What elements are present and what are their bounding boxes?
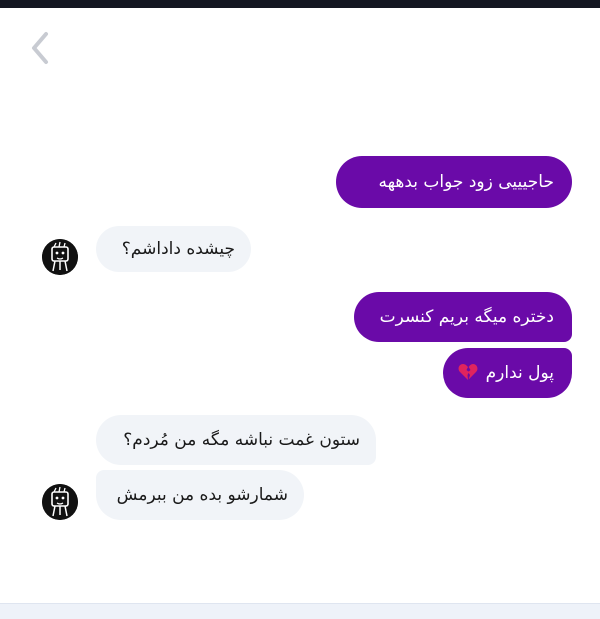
message-bubble-incoming[interactable]: چیشده داداشم؟: [96, 226, 251, 272]
message-text: ستون غمت نباشه مگه من مُردم؟: [123, 430, 360, 450]
avatar[interactable]: [42, 484, 78, 520]
message-text: دختره میگه بریم کنسرت: [379, 307, 554, 327]
message-bubble-outgoing[interactable]: دختره میگه بریم کنسرت: [354, 292, 572, 342]
message-text: پول ندارم: [485, 363, 554, 383]
message-text: حاجیییی زود جواب بدههه: [378, 172, 554, 192]
avatar[interactable]: [42, 239, 78, 275]
doodle-face-icon: [42, 484, 78, 520]
message-bubble-incoming[interactable]: شمارشو بده من ببرمش: [96, 470, 304, 520]
doodle-face-icon: [42, 239, 78, 275]
conversation: حاجیییی زود جواب بدههه چیشده داداشم؟ دخت…: [0, 0, 600, 600]
message-text: شمارشو بده من ببرمش: [116, 485, 288, 505]
message-bubble-outgoing[interactable]: پول ندارم: [443, 348, 572, 398]
message-bubble-outgoing[interactable]: حاجیییی زود جواب بدههه: [336, 156, 572, 208]
composer-strip: [0, 603, 600, 619]
broken-heart-icon: [458, 364, 478, 380]
message-text: چیشده داداشم؟: [121, 239, 235, 259]
message-bubble-incoming[interactable]: ستون غمت نباشه مگه من مُردم؟: [96, 415, 376, 465]
